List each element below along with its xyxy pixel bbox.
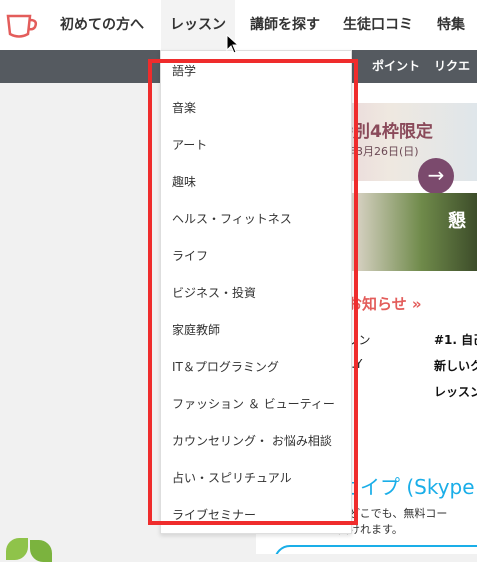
cta-button[interactable] (274, 545, 477, 554)
nav-features[interactable]: 特集 (437, 0, 465, 50)
subnav-request[interactable]: リクエ (434, 50, 470, 83)
arrow-right-icon[interactable]: → (418, 158, 454, 194)
leaf-decoration (6, 538, 28, 560)
banner-calligraphy-decoration: 懇 (448, 211, 466, 232)
nav-find-teacher[interactable]: 講師を探す (250, 0, 320, 50)
nav-first-timers[interactable]: 初めての方へ (60, 0, 144, 50)
highlight-rectangle (148, 59, 358, 525)
nav-student-reviews[interactable]: 生徒口コミ (343, 0, 413, 50)
subnav-points[interactable]: ポイント (372, 50, 420, 83)
news-item-text[interactable]: 新しいク (434, 357, 477, 374)
news-item-text[interactable]: レッスン (434, 383, 477, 400)
nav-lessons[interactable]: レッスン (161, 0, 235, 50)
teacup-logo-icon[interactable] (4, 8, 40, 40)
mouse-cursor-icon (226, 34, 240, 54)
news-item-text[interactable]: #1. 自己 (434, 331, 477, 348)
